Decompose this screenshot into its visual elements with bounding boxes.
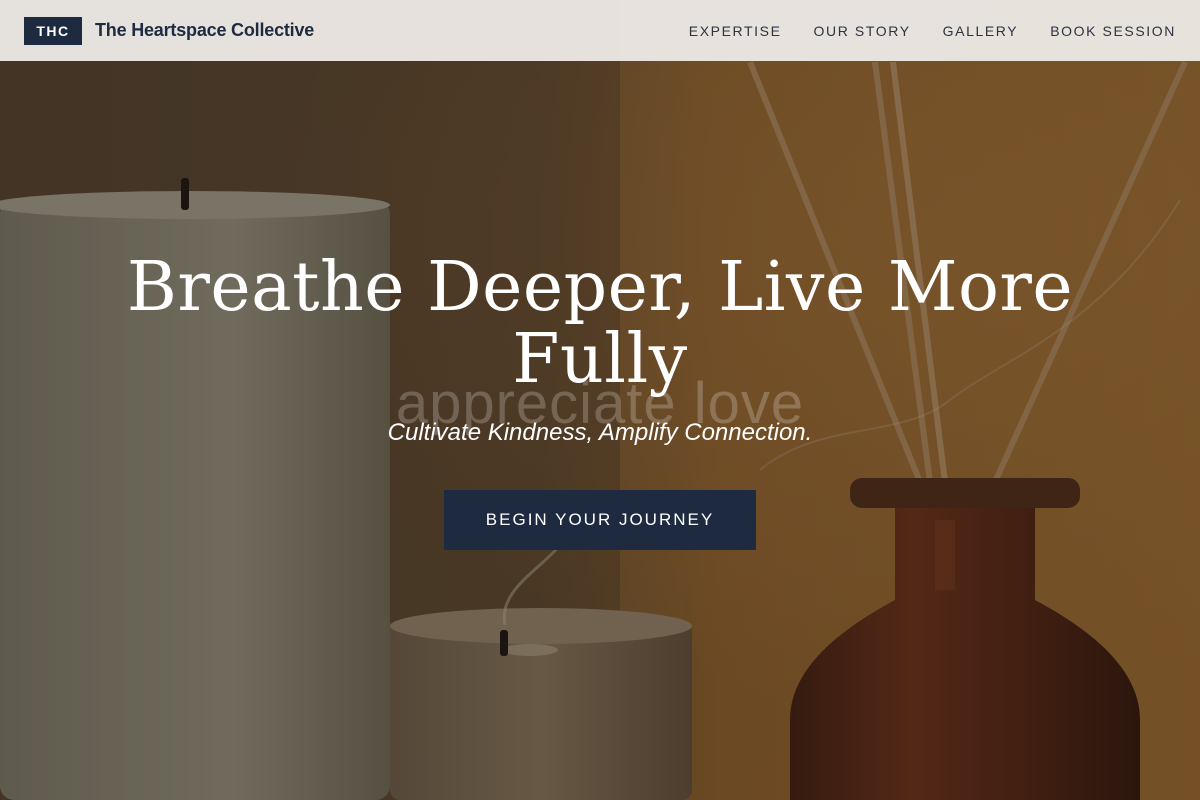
nav-link-expertise[interactable]: EXPERTISE [689, 23, 782, 39]
nav-link-book-session[interactable]: BOOK SESSION [1050, 23, 1176, 39]
hero-subheading: Cultivate Kindness, Amplify Connection. [387, 419, 813, 446]
nav-link-our-story[interactable]: OUR STORY [814, 23, 911, 39]
hero-heading-line1: Breathe Deeper, Live More [126, 248, 1074, 327]
nav-link-gallery[interactable]: GALLERY [943, 23, 1019, 39]
top-navbar: THC The Heartspace Collective EXPERTISE … [0, 0, 1200, 61]
brand-badge: THC [24, 16, 82, 45]
begin-journey-button[interactable]: BEGIN YOUR JOURNEY [444, 490, 756, 550]
nav-links: EXPERTISE OUR STORY GALLERY BOOK SESSION [689, 23, 1176, 39]
brand-link[interactable]: THC The Heartspace Collective [24, 16, 315, 45]
brand-name: The Heartspace Collective [95, 20, 315, 40]
hero-content: Breathe Deeper, Live More Fully apprecia… [0, 0, 1200, 800]
